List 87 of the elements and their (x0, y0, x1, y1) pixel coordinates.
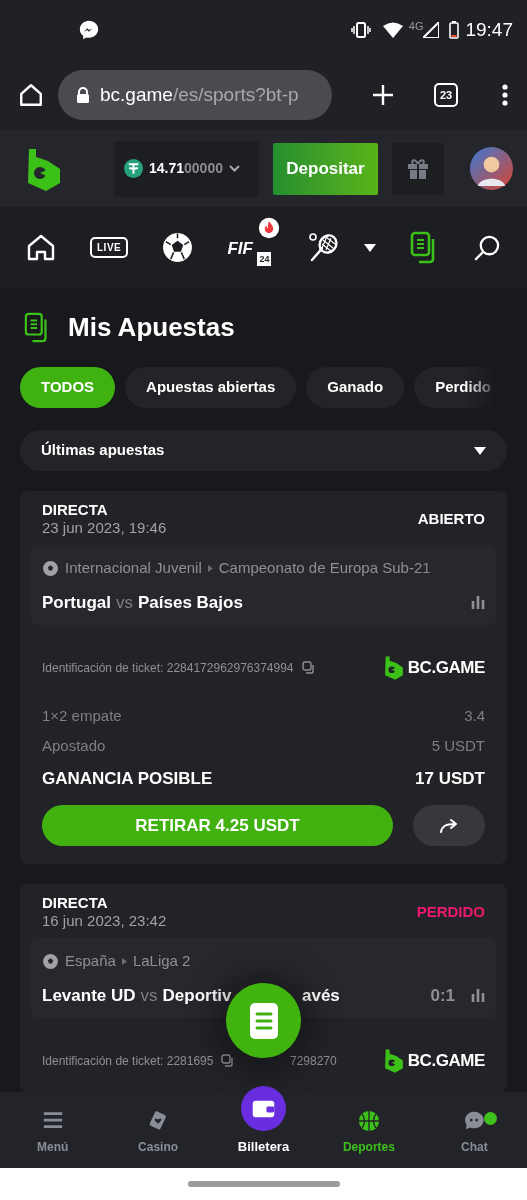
filter-tab[interactable]: Apuestas abiertas (125, 367, 297, 408)
league-name: España (65, 951, 116, 971)
share-arrow-icon (440, 818, 458, 833)
possible-win-value: 17 USDT (415, 767, 485, 790)
team-name: Levante UD (42, 984, 136, 1007)
possible-win-label: GANANCIA POSIBLE (42, 767, 213, 790)
ticket-id: Identificación de ticket: 2281695 (42, 1052, 214, 1070)
share-button[interactable] (413, 805, 485, 846)
bet-type: DIRECTA (42, 894, 109, 912)
soccer-ball-icon[interactable] (162, 232, 194, 263)
copy-icon[interactable] (221, 1054, 235, 1068)
bet-date: 23 jun 2023, 19:46 (42, 519, 167, 537)
bottom-nav-tab[interactable]: Menú (0, 1110, 106, 1156)
bottom-nav-tab[interactable]: Billetera (210, 1085, 317, 1156)
brand-name: BC.GAME (407, 1050, 485, 1072)
filter-tab[interactable]: Ganado (306, 367, 405, 408)
soccer-ball-icon (42, 559, 59, 577)
basketball-icon (357, 1110, 380, 1132)
gift-button[interactable] (392, 142, 444, 195)
soccer-ball-icon (42, 952, 59, 970)
team-name: Deportiv (162, 984, 232, 1007)
team-name: Países Bajos (137, 591, 243, 614)
tab-count-button[interactable]: 23 (434, 83, 458, 107)
bet-status: PERDIDO (416, 901, 485, 922)
copy-icon[interactable] (301, 661, 315, 675)
ticket-id: 7298270 (290, 1052, 337, 1070)
chevron-down-icon (229, 165, 240, 172)
stats-bars-icon[interactable] (471, 988, 485, 1003)
league-name: Internacional Juvenil (65, 558, 202, 578)
detail-value: 3.4 (464, 705, 485, 726)
url-text: bc.game/es/sports?bt-p (100, 82, 299, 107)
breadcrumb-arrow-icon (121, 957, 127, 965)
dropdown-value: Últimas apuestas (41, 440, 165, 461)
flame-icon (258, 216, 281, 239)
team-name: avés (302, 984, 340, 1007)
sort-dropdown[interactable]: Últimas apuestas (20, 430, 507, 471)
plus-icon[interactable] (372, 84, 394, 106)
caret-down-icon (474, 446, 486, 455)
search-icon[interactable] (474, 234, 501, 261)
tennis-racket-icon[interactable] (307, 231, 340, 264)
signal-icon (423, 22, 440, 38)
document-icon (249, 1002, 278, 1039)
bottom-nav-tab[interactable]: Deportes (316, 1110, 422, 1156)
gift-icon (407, 157, 429, 180)
bet-date: 16 jun 2023, 23:42 (42, 912, 167, 930)
clock-time: 19:47 (465, 17, 513, 42)
versus-label: vs (115, 591, 133, 614)
detail-value: 5 USDT (431, 736, 485, 756)
stats-bars-icon[interactable] (471, 595, 485, 610)
address-bar[interactable]: bc.game/es/sports?bt-p (58, 70, 332, 120)
battery-icon (449, 21, 460, 39)
fifa-tab-label[interactable]: FIF (227, 238, 253, 259)
breadcrumb-arrow-icon (207, 564, 213, 572)
ticket-id: Identificación de ticket: 2284172962976374994 (42, 659, 294, 677)
detail-label: Apostado (42, 736, 106, 756)
league-name: LaLiga 2 (132, 951, 191, 971)
network-type: 4G (408, 18, 424, 34)
home-icon[interactable] (26, 233, 56, 262)
match-score: 0:1 (430, 984, 455, 1007)
detail-label: 1×2 empate (42, 705, 122, 726)
version-badge: 24 (257, 251, 272, 266)
more-icon[interactable] (502, 84, 508, 106)
wifi-icon (382, 22, 403, 38)
pacman-logo-icon[interactable] (26, 146, 62, 191)
messenger-icon (78, 19, 100, 41)
versus-label: vs (140, 984, 158, 1007)
balance-selector[interactable]: 14.7100000 (114, 140, 259, 197)
live-tab[interactable]: LIVE (90, 237, 129, 258)
bet-status: ABIERTO (417, 508, 485, 529)
bottom-nav-tab[interactable]: Casino (105, 1110, 211, 1156)
avatar-icon[interactable] (470, 147, 513, 190)
home-icon[interactable] (18, 82, 44, 108)
wallet-icon (241, 1085, 286, 1131)
pacman-logo-icon (383, 655, 404, 681)
dropdown-caret-icon[interactable] (363, 243, 376, 252)
chat-icon (463, 1110, 486, 1132)
bottom-nav-tab[interactable]: Chat (421, 1110, 527, 1156)
bet-type: DIRECTA (42, 501, 109, 519)
league-name: Campeonato de Europa Sub-21 (218, 558, 431, 578)
page-title: Mis Apuestas (68, 311, 235, 344)
lock-icon (76, 87, 90, 103)
tether-coin-icon (124, 159, 143, 178)
team-name: Portugal (42, 591, 111, 614)
balance-amount: 14.7100000 (149, 159, 223, 178)
pacman-logo-icon (383, 1048, 404, 1074)
brand-name: BC.GAME (407, 657, 485, 679)
vibrate-icon (350, 22, 371, 38)
